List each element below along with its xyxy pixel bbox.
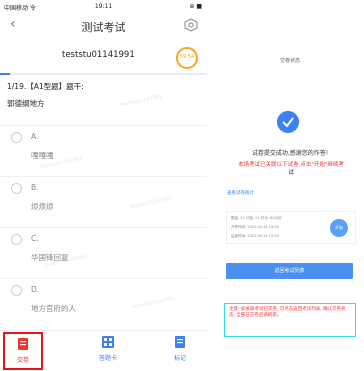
notice-box: 注意: 如关联考试已交卷, 可点击返回考试列表, 确认交卷状态, 全部已交卷后请… [224, 303, 356, 337]
bottom-tab-bar: 交卷 答题卡 标记 [0, 330, 207, 371]
answer-sheet-tab[interactable]: 答题卡 [88, 335, 128, 362]
submit-tab[interactable]: 交卷 [3, 332, 43, 370]
exam-screen: 中国移动 令 19:11 ⊕ ■ ‹ 测试考试 teststu01141991 … [0, 0, 207, 371]
option-a[interactable]: A. 嘎嘎嘎 [0, 125, 207, 167]
user-row: teststu01141991 59:54 [0, 40, 207, 72]
bookmark-icon [175, 336, 185, 348]
question-title: 1/19.【A1型题】题干: [7, 82, 84, 91]
submit-label: 交卷 [16, 357, 29, 364]
option-c[interactable]: C. 华国锋回复 [0, 227, 207, 269]
document-icon [18, 338, 28, 350]
option-text: 地方官府的人 [31, 304, 76, 313]
card-line: 结束时间: 2021-04-14 15:30 [231, 234, 279, 238]
countdown-timer: 59:54 [176, 47, 198, 69]
success-check-icon [277, 111, 299, 133]
clock: 19:11 [94, 3, 113, 10]
success-message: 试卷提交成功,感谢您的作答! [251, 150, 329, 157]
related-exam-text-end: 试 [288, 170, 294, 176]
option-text: 嘎嘎嘎 [31, 151, 54, 160]
status-title: 交卷状态 [279, 58, 300, 64]
radio-button[interactable] [11, 234, 22, 245]
related-exam-card: 题量: 21 分值: 21 时长: 60分钟 开考时间: 2021-04-14 … [226, 211, 356, 244]
start-button[interactable]: 开始 [330, 219, 348, 237]
answer-sheet-icon [102, 336, 114, 348]
mark-label: 标记 [173, 355, 186, 362]
progress-bar [0, 73, 207, 75]
related-exam-text: 本场考试已关联以下试卷,点击"开始"继续考试 [220, 161, 362, 177]
progress-fill [0, 73, 11, 75]
mark-tab[interactable]: 标记 [160, 335, 200, 362]
answer-sheet-label: 答题卡 [98, 355, 117, 362]
option-letter: C. [31, 234, 39, 243]
option-d[interactable]: D. 地方官府的人 [0, 278, 207, 320]
related-exam-text-accent: 本场考试已关联以下试卷,点击"开始"继续考 [238, 162, 344, 168]
radio-button[interactable] [11, 132, 22, 143]
submit-status-screen: 交卷状态 试卷提交成功,感谢您的作答! 本场考试已关联以下试卷,点击"开始"继续… [216, 18, 364, 371]
page-title: 测试考试 [81, 21, 126, 34]
username: teststu01141991 [62, 50, 135, 60]
watermark: teststu01141991 [119, 93, 163, 109]
radio-button[interactable] [11, 183, 22, 194]
nav-bar: ‹ 测试考试 [0, 14, 207, 36]
radio-button[interactable] [11, 285, 22, 296]
option-letter: D. [31, 285, 40, 294]
option-letter: A. [31, 132, 39, 141]
card-line: 开考时间: 2021-04-14 14:30 [231, 225, 279, 229]
question-text: 郭德纲地方 [7, 99, 45, 108]
card-line: 题量: 21 分值: 21 时长: 60分钟 [231, 216, 282, 220]
status-bar: 中国移动 令 19:11 ⊕ ■ [0, 0, 207, 14]
battery-icon: ⊕ ■ [189, 3, 202, 10]
option-text: 华国锋回复 [31, 253, 69, 262]
option-letter: B. [31, 183, 39, 192]
option-text: 烦烦烦 [31, 202, 54, 211]
settings-icon[interactable] [183, 18, 199, 32]
view-stats-link[interactable]: 查看试卷统计 [227, 190, 254, 196]
option-b[interactable]: B. 烦烦烦 [0, 176, 207, 218]
back-to-list-button[interactable]: 返回考试列表 [226, 263, 353, 279]
